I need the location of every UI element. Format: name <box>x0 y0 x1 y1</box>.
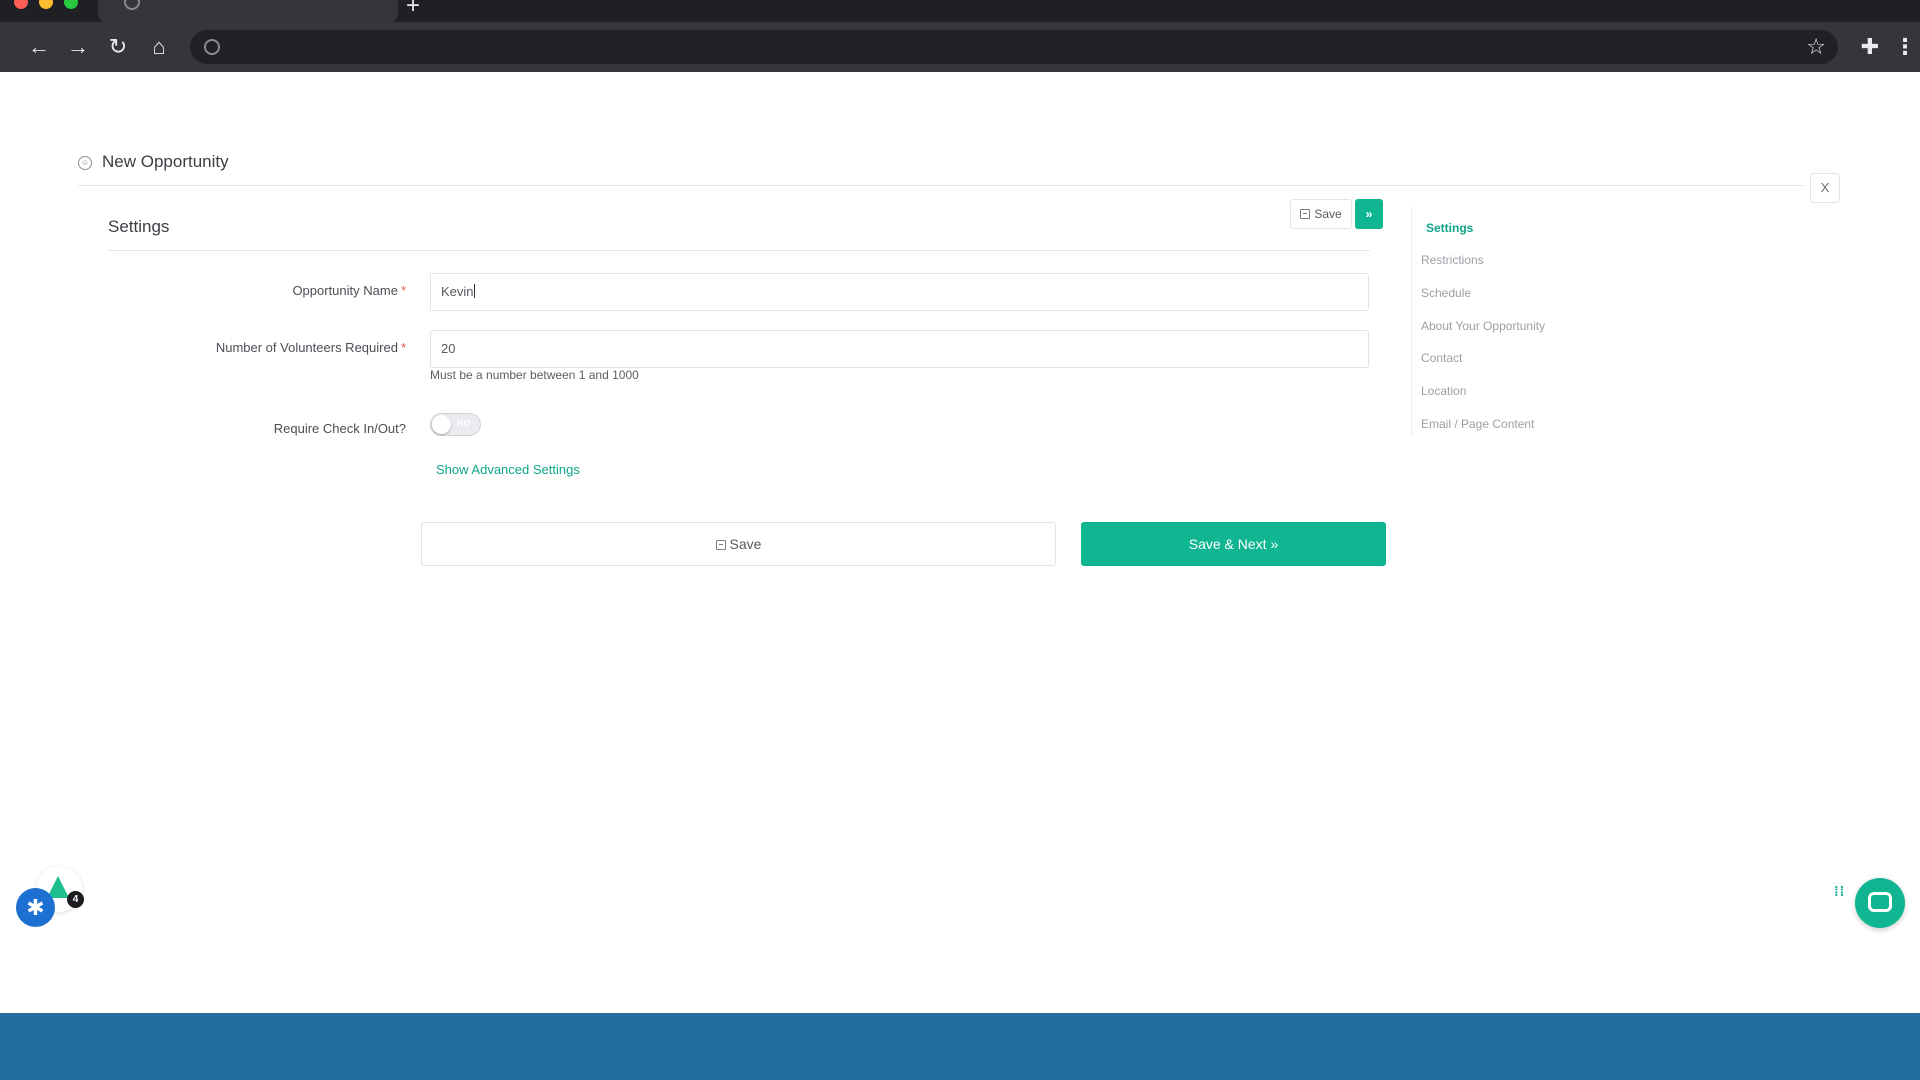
volunteers-input[interactable]: 20 <box>430 330 1369 368</box>
browser-tab[interactable] <box>98 0 398 22</box>
chat-bubble-icon <box>1868 892 1892 912</box>
address-bar[interactable]: ☆ <box>190 30 1838 64</box>
window-minimize-icon[interactable] <box>39 0 53 9</box>
footer-band <box>0 1013 1920 1080</box>
side-nav-item-contact[interactable]: Contact <box>1421 351 1462 365</box>
forward-arrow-icon[interactable]: → <box>63 32 93 62</box>
save-label: Save <box>729 536 762 552</box>
floppy-disk-icon <box>715 540 726 550</box>
volunteers-label: Number of Volunteers Required * <box>216 340 406 355</box>
browser-tabstrip: + <box>0 0 1920 22</box>
globe-icon <box>124 0 140 10</box>
page-title: New Opportunity <box>102 152 229 171</box>
text-caret <box>473 284 475 298</box>
section-divider <box>108 250 1370 251</box>
opportunity-name-value: Kevin <box>441 284 474 299</box>
show-advanced-settings-link[interactable]: Show Advanced Settings <box>436 462 580 477</box>
side-nav-item-about[interactable]: About Your Opportunity <box>1421 319 1545 333</box>
top-next-button[interactable]: » <box>1355 199 1383 229</box>
back-arrow-icon[interactable]: ← <box>24 32 54 62</box>
top-save-button[interactable]: Save <box>1290 199 1352 229</box>
close-button[interactable]: X <box>1810 173 1840 203</box>
save-button[interactable]: Save <box>421 522 1056 566</box>
opportunity-name-label: Opportunity Name * <box>292 283 406 298</box>
notification-badge: 4 <box>67 891 84 908</box>
volunteers-value: 20 <box>441 341 456 356</box>
toggle-knob <box>432 415 451 434</box>
accessibility-button[interactable]: ✱ <box>16 888 55 927</box>
browser-menu-icon[interactable]: ⋮ <box>1894 34 1916 60</box>
floppy-disk-icon <box>1300 209 1311 219</box>
chat-button[interactable] <box>1855 878 1905 928</box>
side-nav-item-restrictions[interactable]: Restrictions <box>1421 253 1484 267</box>
opportunity-name-label-text: Opportunity Name <box>292 283 398 298</box>
check-in-toggle[interactable]: NO <box>430 413 481 436</box>
modal-header: ☺ New Opportunity <box>78 150 1805 186</box>
smiley-icon: ☺ <box>78 156 92 170</box>
side-nav: Settings Restrictions Schedule About You… <box>1411 206 1611 436</box>
volunteers-hint: Must be a number between 1 and 1000 <box>430 368 639 382</box>
top-save-label: Save <box>1314 207 1342 221</box>
extensions-puzzle-icon[interactable]: ✚ <box>1858 34 1882 60</box>
opportunity-name-input[interactable]: Kevin <box>430 273 1369 311</box>
section-title: Settings <box>108 217 170 236</box>
required-marker: * <box>400 283 406 298</box>
required-marker: * <box>400 340 406 355</box>
save-and-next-button[interactable]: Save & Next » <box>1081 522 1386 566</box>
side-nav-item-email-page-content[interactable]: Email / Page Content <box>1421 417 1534 431</box>
new-tab-plus-icon[interactable]: + <box>406 0 420 18</box>
browser-toolbar: ← → ↻ ⌂ ☆ ✚ ⋮ <box>0 22 1920 72</box>
reload-icon[interactable]: ↻ <box>103 32 133 62</box>
bookmark-star-icon[interactable]: ☆ <box>1806 32 1826 62</box>
page-content: ☺ New Opportunity X Settings Save » Oppo… <box>0 72 1920 1013</box>
window-maximize-icon[interactable] <box>64 0 78 9</box>
check-in-label: Require Check In/Out? <box>273 421 406 436</box>
home-icon[interactable]: ⌂ <box>144 32 174 62</box>
side-nav-item-location[interactable]: Location <box>1421 384 1466 398</box>
side-nav-item-schedule[interactable]: Schedule <box>1421 286 1471 300</box>
drag-handle-icon[interactable]: ⁞⁞ <box>1834 884 1846 918</box>
volunteers-label-text: Number of Volunteers Required <box>215 340 398 355</box>
globe-icon <box>204 39 220 55</box>
toggle-state-text: NO <box>457 418 471 428</box>
side-nav-item-settings[interactable]: Settings <box>1426 221 1473 235</box>
accessibility-person-icon: ✱ <box>26 895 45 920</box>
window-close-icon[interactable] <box>14 0 28 9</box>
